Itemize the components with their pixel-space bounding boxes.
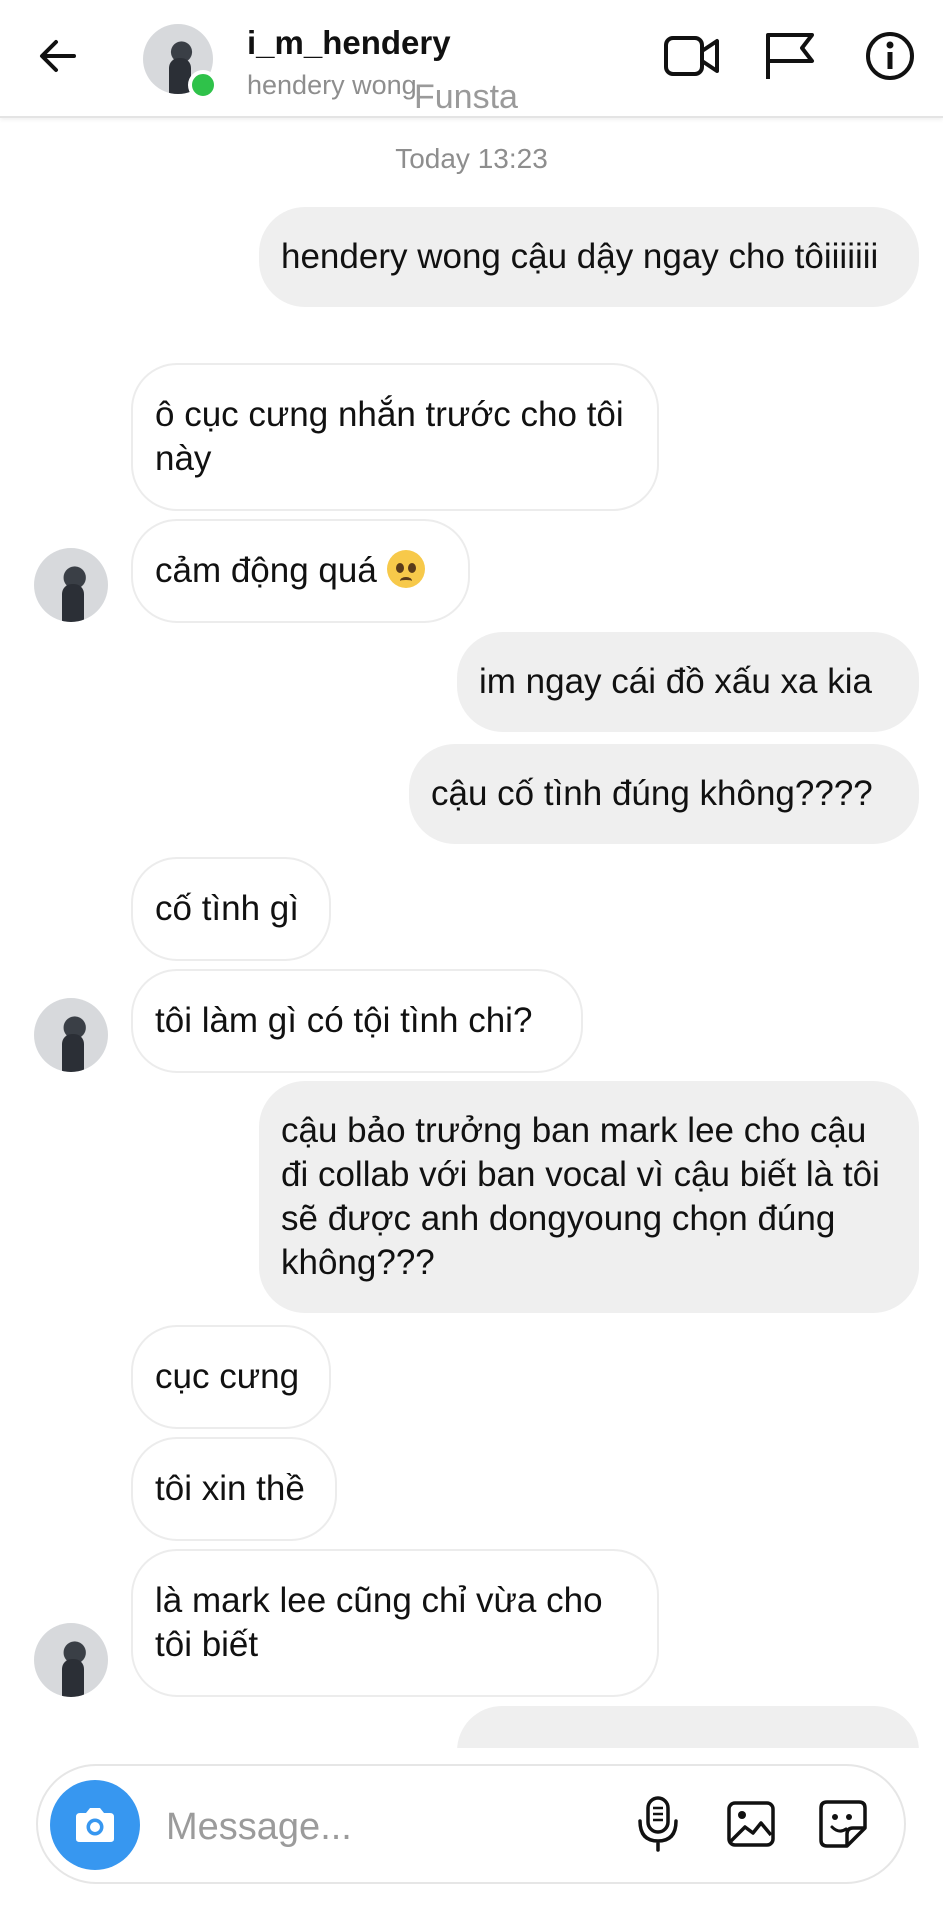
received-message[interactable]: tôi làm gì có tội tình chi? [131, 969, 583, 1073]
received-message[interactable]: là mark lee cũng chỉ vừa cho tôi biết [131, 1549, 659, 1697]
received-message[interactable]: cảm động quá [131, 519, 470, 623]
message-text: cậu cố tình đúng không???? [431, 774, 873, 813]
info-icon [866, 32, 914, 80]
sticker-button[interactable] [811, 1792, 875, 1856]
sent-message[interactable]: im ngay cái đồ xấu xa kia [457, 632, 919, 732]
sender-avatar[interactable] [34, 998, 108, 1072]
received-message[interactable]: tôi xin thề [131, 1437, 337, 1541]
info-button[interactable] [860, 26, 920, 86]
camera-icon [76, 1808, 114, 1842]
camera-button[interactable] [50, 1780, 140, 1870]
message-text: cảm động quá [155, 551, 377, 590]
chat-username[interactable]: i_m_hendery [247, 24, 451, 62]
sender-avatar[interactable] [34, 548, 108, 622]
online-status-dot [188, 70, 218, 100]
video-camera-icon [664, 36, 719, 76]
microphone-icon [638, 1796, 678, 1852]
report-button[interactable] [759, 26, 819, 86]
received-message[interactable]: cố tình gì [131, 857, 331, 961]
message-timestamp: Today 13:23 [395, 143, 548, 174]
message-text: hendery wong cậu dậy ngay cho tôiiiiiii [281, 237, 879, 276]
arrow-left-icon [40, 40, 76, 72]
message-text: tôi xin thề [155, 1469, 305, 1508]
message-text: ô cục cưng nhắn trước cho tôi này [155, 395, 624, 478]
sent-message[interactable]: cậu cố tình đúng không???? [409, 744, 919, 844]
message-text: cậu bảo trưởng ban mark lee cho cậu đi c… [281, 1111, 880, 1282]
received-message[interactable]: ô cục cưng nhắn trước cho tôi này [131, 363, 659, 511]
gallery-icon [727, 1801, 775, 1847]
sent-message[interactable]: cậu bảo trưởng ban mark lee cho cậu đi c… [259, 1081, 919, 1313]
sticker-icon [819, 1800, 867, 1848]
sent-message[interactable]: hendery wong cậu dậy ngay cho tôiiiiiii [259, 207, 919, 307]
message-text: là mark lee cũng chỉ vừa cho tôi biết [155, 1581, 603, 1664]
message-text: tôi làm gì có tội tình chi? [155, 1001, 533, 1040]
pleading-face-icon [386, 550, 425, 588]
gallery-button[interactable] [719, 1792, 783, 1856]
watermark-text: Funsta [414, 78, 518, 116]
message-text: im ngay cái đồ xấu xa kia [479, 662, 872, 701]
chat-subtitle: hendery wong [247, 70, 417, 100]
message-text: cục cưng [155, 1357, 300, 1396]
sender-avatar[interactable] [34, 1623, 108, 1697]
message-input[interactable] [164, 1796, 608, 1858]
message-text: cố tình gì [155, 889, 299, 928]
video-call-button[interactable] [662, 26, 722, 86]
flag-icon [766, 33, 814, 79]
received-message[interactable]: cục cưng [131, 1325, 331, 1429]
chat-header: i_m_hendery hendery wong Funsta [0, 0, 943, 118]
voice-message-button[interactable] [626, 1792, 690, 1856]
back-button[interactable] [28, 26, 88, 86]
